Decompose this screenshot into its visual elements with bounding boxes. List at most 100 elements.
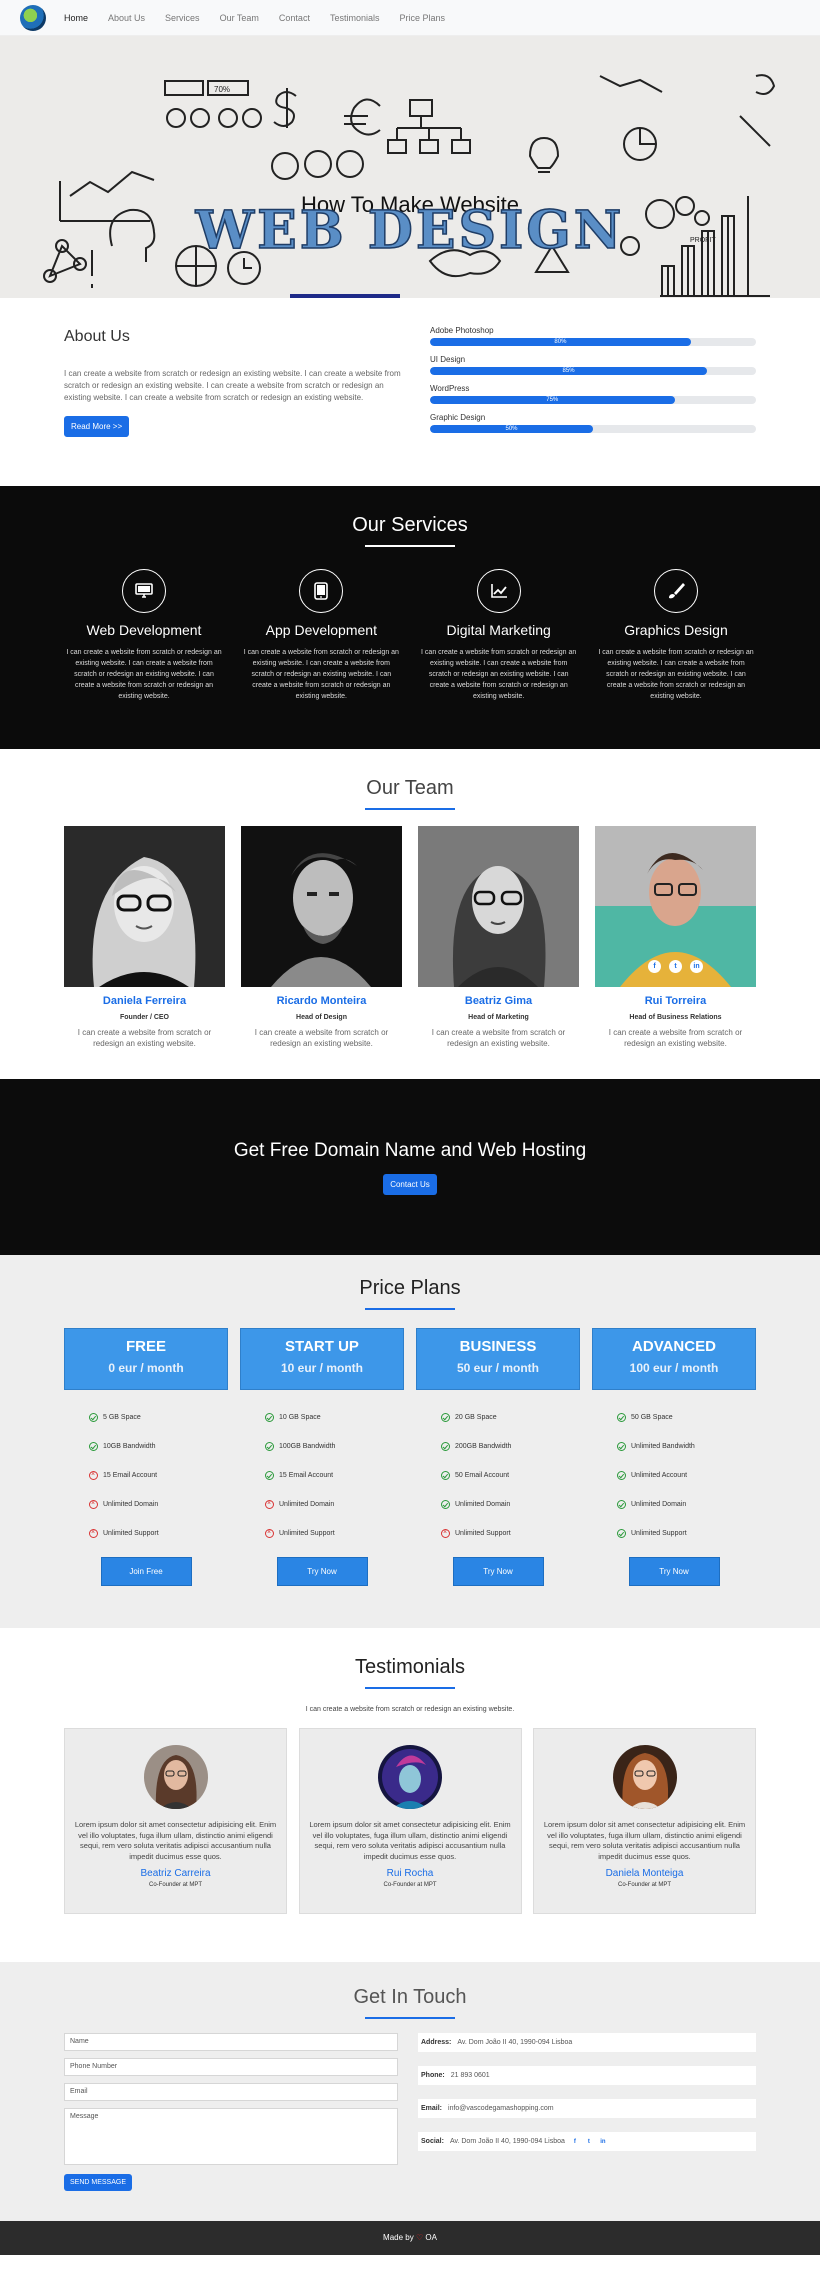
nav-link-about[interactable]: About Us xyxy=(108,13,145,23)
service-card: Graphics Design I can create a website f… xyxy=(596,569,756,702)
title-divider xyxy=(365,808,455,810)
testimonials-section: Testimonials I can create a website from… xyxy=(0,1628,820,1962)
email-field[interactable]: Email xyxy=(64,2083,398,2101)
plan-feature: Unlimited Support xyxy=(89,1519,228,1548)
avatar xyxy=(378,1745,442,1809)
check-circle-icon xyxy=(617,1529,626,1538)
address-value: Av. Dom João II 40, 1990-094 Lisboa xyxy=(457,2039,573,2046)
plan-feature: 100GB Bandwidth xyxy=(265,1432,404,1461)
plan-feature: 50 GB Space xyxy=(617,1403,756,1432)
check-circle-icon xyxy=(441,1413,450,1422)
hero-title: WEB DESIGN xyxy=(195,200,625,261)
check-circle-icon xyxy=(617,1471,626,1480)
contact-title: Get In Touch xyxy=(353,1986,467,2008)
plan-feature-text: 200GB Bandwidth xyxy=(455,1443,512,1450)
cta-banner: Get Free Domain Name and Web Hosting Con… xyxy=(0,1079,820,1255)
price-plan-card: ADVANCED 100 eur / month 50 GB Space Unlimi… xyxy=(592,1328,756,1586)
footer-made-by: Made by xyxy=(383,2233,414,2242)
services-title: Our Services xyxy=(352,514,468,536)
plan-feature-text: 20 GB Space xyxy=(455,1414,497,1421)
facebook-icon[interactable]: f xyxy=(571,2138,579,2146)
facebook-icon[interactable]: f xyxy=(648,960,661,973)
plan-header: BUSINESS 50 eur / month xyxy=(416,1328,580,1390)
check-circle-icon xyxy=(441,1471,450,1480)
twitter-icon[interactable]: t xyxy=(669,960,682,973)
check-circle-icon xyxy=(89,1442,98,1451)
phone-info: Phone: 21 893 0601 xyxy=(418,2066,756,2085)
plan-feature-text: Unlimited Domain xyxy=(631,1501,687,1508)
email-info: Email: info@vascodegamashopping.com xyxy=(418,2099,756,2118)
plan-button[interactable]: Try Now xyxy=(628,1557,720,1586)
name-field[interactable]: Name xyxy=(64,2033,398,2051)
phone-value[interactable]: 21 893 0601 xyxy=(451,2072,490,2079)
footer: Made by ♡ OA xyxy=(0,2221,820,2255)
testimonial-text: Lorem ipsum dolor sit amet consectetur a… xyxy=(309,1820,511,1861)
team-member-text: I can create a website from scratch or r… xyxy=(431,1028,566,1048)
contact-section: Get In Touch Name Phone Number Email Mes… xyxy=(0,1962,820,2221)
plan-feature: Unlimited Bandwidth xyxy=(617,1432,756,1461)
team-member-text: I can create a website from scratch or r… xyxy=(254,1028,389,1048)
check-circle-icon xyxy=(265,1442,274,1451)
x-circle-icon xyxy=(265,1499,274,1509)
phone-field[interactable]: Phone Number xyxy=(64,2058,398,2076)
skill-progress-bar: 50% xyxy=(430,425,593,433)
contact-form: Name Phone Number Email Message SEND MES… xyxy=(64,2033,398,2191)
linkedin-icon[interactable]: in xyxy=(599,2138,607,2146)
skill-progress-track: 75% xyxy=(430,396,756,404)
x-circle-icon xyxy=(89,1499,98,1509)
service-title: App Development xyxy=(265,622,377,638)
team-member-card: Ricardo Monteira Head of Design I can cr… xyxy=(241,826,402,1049)
plan-feature-text: 50 Email Account xyxy=(455,1472,510,1479)
service-title: Digital Marketing xyxy=(446,622,551,638)
skill-name: Graphic Design xyxy=(430,413,486,422)
plan-feature: 15 Email Account xyxy=(89,1461,228,1490)
email-label: Email: xyxy=(421,2105,443,2112)
team-member-card: Beatriz Gima Head of Marketing I can cre… xyxy=(418,826,579,1049)
plan-feature-text: Unlimited Support xyxy=(279,1530,335,1537)
read-more-button[interactable]: Read More >> xyxy=(64,416,130,437)
plan-button[interactable]: Try Now xyxy=(276,1557,368,1586)
x-circle-icon xyxy=(89,1528,98,1538)
plan-button[interactable]: Join Free xyxy=(100,1557,192,1586)
service-card: Web Development I can create a website f… xyxy=(64,569,224,702)
title-divider xyxy=(365,545,455,547)
nav-links: Home About Us Services Our Team Contact … xyxy=(64,13,445,23)
title-divider xyxy=(365,2017,455,2019)
team-member-card: f t in Rui Torreira Head of Business Rel… xyxy=(595,826,756,1049)
skill-item: Adobe Photoshop 80% xyxy=(430,326,756,346)
skill-progress-track: 50% xyxy=(430,425,756,433)
plan-feature-text: Unlimited Support xyxy=(103,1530,159,1537)
message-field[interactable]: Message xyxy=(64,2108,398,2165)
testimonial-card: Lorem ipsum dolor sit amet consectetur a… xyxy=(64,1728,287,1914)
send-message-button[interactable]: SEND MESSAGE xyxy=(64,2174,133,2191)
contact-us-button[interactable]: Contact Us xyxy=(383,1173,437,1195)
skill-name: WordPress xyxy=(430,384,470,393)
testimonial-position: Co-Founder at MPT xyxy=(383,1882,437,1888)
social-value: Av. Dom João II 40, 1990-094 Lisboa xyxy=(449,2138,565,2145)
plan-feature: Unlimited Support xyxy=(441,1519,580,1548)
plan-feature: Unlimited Support xyxy=(265,1519,404,1548)
nav-link-home[interactable]: Home xyxy=(64,13,88,23)
title-divider xyxy=(365,1308,455,1310)
plan-button[interactable]: Try Now xyxy=(452,1557,544,1586)
twitter-icon[interactable]: t xyxy=(585,2138,593,2146)
testimonial-card: Lorem ipsum dolor sit amet consectetur a… xyxy=(298,1728,522,1914)
logo[interactable] xyxy=(20,4,46,31)
about-section: About Us I can create a website from scr… xyxy=(0,298,820,486)
linkedin-icon[interactable]: in xyxy=(690,960,703,973)
nav-link-services[interactable]: Services xyxy=(165,13,200,23)
nav-link-testimonials[interactable]: Testimonials xyxy=(330,13,380,23)
nav-link-price-plans[interactable]: Price Plans xyxy=(399,13,445,23)
services-section: Our Services Web Development I can creat… xyxy=(0,486,820,749)
hero-banner: PROFIT 70% How To Make Website WEB DESIG… xyxy=(0,36,820,298)
nav-link-team[interactable]: Our Team xyxy=(220,13,259,23)
team-member-photo xyxy=(241,826,402,987)
team-member-photo xyxy=(418,826,579,987)
team-member-role: Head of Marketing xyxy=(468,1014,529,1021)
nav-link-contact[interactable]: Contact xyxy=(279,13,310,23)
plan-header: ADVANCED 100 eur / month xyxy=(592,1328,756,1390)
plan-feature: 20 GB Space xyxy=(441,1403,580,1432)
title-divider xyxy=(365,1687,455,1689)
email-value[interactable]: info@vascodegamashopping.com xyxy=(448,2105,554,2112)
hero-sketch-illustration: PROFIT 70% How To Make Website WEB DESIG… xyxy=(0,36,820,298)
